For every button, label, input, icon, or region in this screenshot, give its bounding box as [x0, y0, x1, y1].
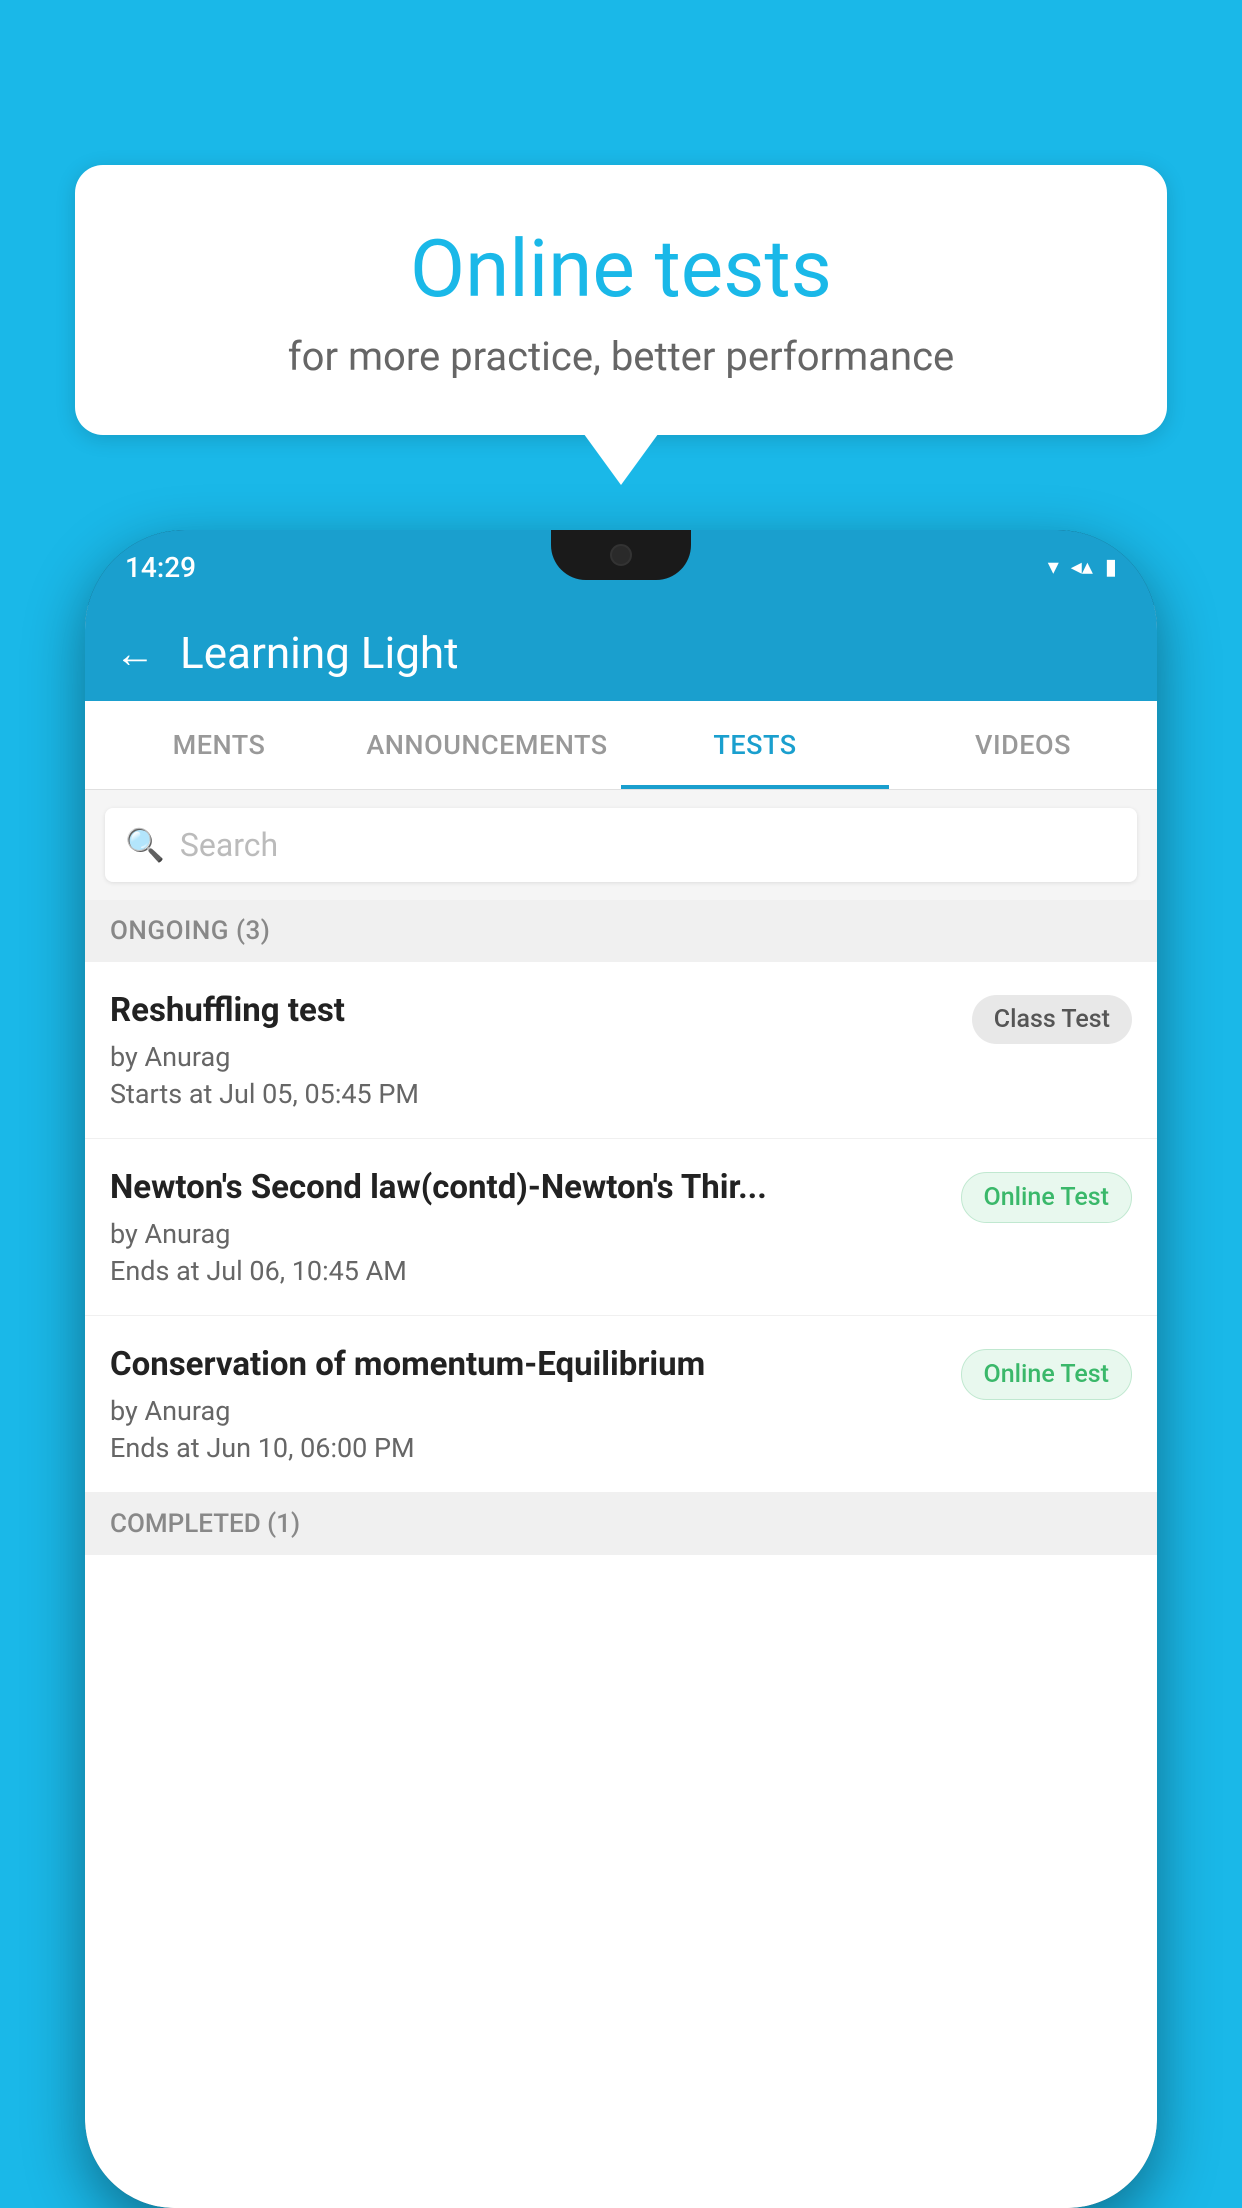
- phone-frame: 14:29 ▾ ◂▴ ▮ ← Learning Light MENTS ANNO…: [85, 530, 1157, 2208]
- test-name-3: Conservation of momentum-Equilibrium: [110, 1344, 941, 1387]
- status-bar: 14:29 ▾ ◂▴ ▮: [85, 530, 1157, 605]
- app-header: ← Learning Light: [85, 605, 1157, 701]
- bubble-title: Online tests: [135, 225, 1107, 313]
- test-date-3: Ends at Jun 10, 06:00 PM: [110, 1432, 941, 1464]
- test-badge-3: Online Test: [961, 1349, 1132, 1400]
- test-by-2: by Anurag: [110, 1218, 941, 1250]
- tabs-bar: MENTS ANNOUNCEMENTS TESTS VIDEOS: [85, 701, 1157, 790]
- completed-section-label: COMPLETED (1): [85, 1493, 1157, 1555]
- search-placeholder: Search: [180, 826, 278, 864]
- test-by-1: by Anurag: [110, 1041, 952, 1073]
- app-title: Learning Light: [180, 627, 459, 679]
- tab-announcements[interactable]: ANNOUNCEMENTS: [353, 701, 621, 789]
- search-container: 🔍 Search: [85, 790, 1157, 900]
- test-list: Reshuffling test by Anurag Starts at Jul…: [85, 962, 1157, 2208]
- wifi-icon: ▾: [1048, 555, 1059, 580]
- tab-videos[interactable]: VIDEOS: [889, 701, 1157, 789]
- test-badge-1: Class Test: [972, 995, 1132, 1044]
- ongoing-section-label: ONGOING (3): [85, 900, 1157, 962]
- tab-ments[interactable]: MENTS: [85, 701, 353, 789]
- test-item-2[interactable]: Newton's Second law(contd)-Newton's Thir…: [85, 1139, 1157, 1316]
- phone-notch: [551, 530, 691, 580]
- test-info-1: Reshuffling test by Anurag Starts at Jul…: [110, 990, 972, 1110]
- camera-dot: [610, 544, 632, 566]
- back-button[interactable]: ←: [115, 630, 155, 677]
- test-name-1: Reshuffling test: [110, 990, 952, 1033]
- status-icons: ▾ ◂▴ ▮: [1048, 555, 1117, 580]
- battery-icon: ▮: [1105, 555, 1117, 580]
- test-date-1: Starts at Jul 05, 05:45 PM: [110, 1078, 952, 1110]
- status-time: 14:29: [125, 551, 196, 584]
- search-icon: 🔍: [125, 826, 165, 864]
- test-badge-2: Online Test: [961, 1172, 1132, 1223]
- tab-tests[interactable]: TESTS: [621, 701, 889, 789]
- test-date-2: Ends at Jul 06, 10:45 AM: [110, 1255, 941, 1287]
- test-name-2: Newton's Second law(contd)-Newton's Thir…: [110, 1167, 941, 1210]
- speech-bubble: Online tests for more practice, better p…: [75, 165, 1167, 435]
- test-info-3: Conservation of momentum-Equilibrium by …: [110, 1344, 961, 1464]
- phone-screen: ← Learning Light MENTS ANNOUNCEMENTS TES…: [85, 605, 1157, 2208]
- test-item-1[interactable]: Reshuffling test by Anurag Starts at Jul…: [85, 962, 1157, 1139]
- test-item-3[interactable]: Conservation of momentum-Equilibrium by …: [85, 1316, 1157, 1493]
- search-bar[interactable]: 🔍 Search: [105, 808, 1137, 882]
- bubble-subtitle: for more practice, better performance: [135, 333, 1107, 380]
- test-info-2: Newton's Second law(contd)-Newton's Thir…: [110, 1167, 961, 1287]
- signal-icon: ◂▴: [1071, 555, 1093, 580]
- test-by-3: by Anurag: [110, 1395, 941, 1427]
